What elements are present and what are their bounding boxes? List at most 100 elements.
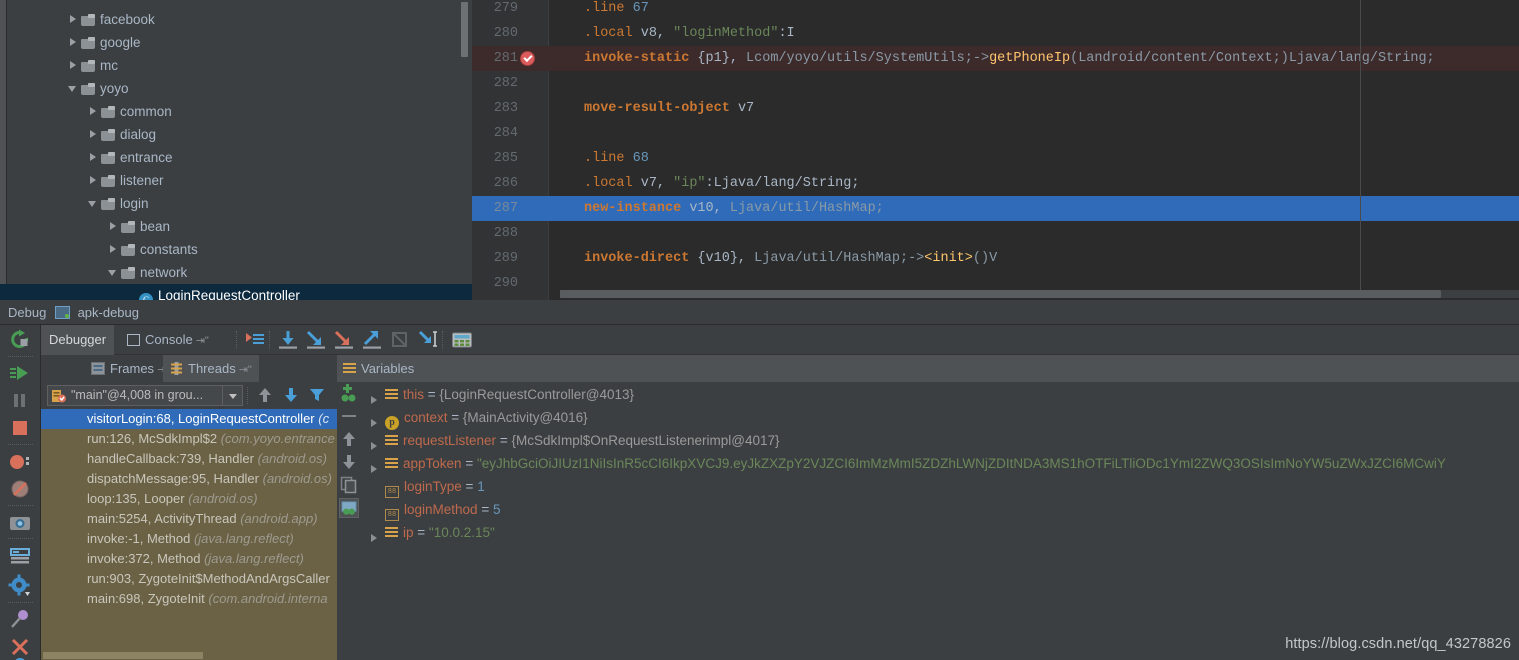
code-line[interactable]: 282 — [472, 71, 1519, 96]
step-out-button[interactable] — [360, 328, 384, 352]
step-over-button[interactable] — [276, 328, 300, 352]
thread-selector[interactable]: "main"@4,008 in grou... — [47, 385, 243, 406]
show-execution-point-button[interactable] — [243, 328, 267, 352]
frame-list-item[interactable]: run:126, McSdkImpl$2 (com.yoyo.entrance — [41, 429, 337, 449]
chevron-right-icon[interactable] — [108, 221, 119, 232]
chevron-down-icon[interactable] — [88, 198, 99, 209]
variable-value: {MainActivity@4016} — [462, 410, 588, 425]
line-number: 288 — [493, 226, 518, 241]
mute-breakpoints-button[interactable] — [7, 476, 33, 502]
copy-value-button[interactable] — [339, 475, 359, 495]
code-line[interactable]: 285 .line 68 — [472, 146, 1519, 171]
variable-row[interactable]: requestListener = {McSdkImpl$OnRequestLi… — [361, 429, 780, 452]
settings-gear-button[interactable] — [7, 573, 33, 599]
tree-item-login[interactable]: login — [0, 192, 472, 215]
tree-item-listener[interactable]: listener — [0, 169, 472, 192]
tree-item-common[interactable]: common — [0, 100, 472, 123]
code-line[interactable]: 280 .local v8, "loginMethod":I — [472, 21, 1519, 46]
stop-button[interactable] — [7, 415, 33, 441]
code-line[interactable]: 283 move-result-object v7 — [472, 96, 1519, 121]
step-into-button[interactable] — [304, 328, 328, 352]
layout-inspector-button[interactable] — [7, 543, 33, 569]
code-line[interactable]: 289 invoke-direct {v10}, Ljava/util/HashM… — [472, 246, 1519, 271]
chevron-right-icon[interactable] — [88, 106, 99, 117]
resume-program-button[interactable] — [7, 361, 33, 387]
frame-list-item[interactable]: dispatchMessage:95, Handler (android.os) — [41, 469, 337, 489]
frame-list-item[interactable]: main:5254, ActivityThread (android.app) — [41, 509, 337, 529]
code-line[interactable]: 287 new-instance v10, Ljava/util/HashMap; — [472, 196, 1519, 221]
tab-debugger[interactable]: Debugger — [41, 325, 115, 355]
thread-selector-chevron-down-icon[interactable] — [222, 386, 242, 405]
code-line[interactable]: 288 — [472, 221, 1519, 246]
frames-up-button[interactable] — [255, 385, 275, 405]
pause-program-button[interactable] — [7, 388, 33, 414]
view-breakpoints-button[interactable] — [7, 449, 33, 475]
tab-console-label: Console — [145, 332, 193, 347]
tree-item-dialog[interactable]: dialog — [0, 123, 472, 146]
evaluate-expression-button[interactable] — [450, 328, 474, 352]
variable-row[interactable]: p context = {MainActivity@4016} — [361, 406, 588, 430]
tree-item-facebook[interactable]: facebook — [0, 8, 472, 31]
help-button[interactable]: ? — [7, 654, 33, 660]
variable-row[interactable]: ip = "10.0.2.15" — [361, 521, 495, 544]
project-tree-scrollbar-thumb[interactable] — [461, 2, 468, 57]
variable-row[interactable]: appToken = "eyJhbGciOiJIUzI1NiIsInR5cCI6… — [361, 452, 1446, 475]
chevron-right-icon[interactable] — [88, 129, 99, 140]
tree-item-bean[interactable]: bean — [0, 215, 472, 238]
code-line[interactable]: 281 invoke-static {p1}, Lcom/yoyo/utils/S… — [472, 46, 1519, 71]
variable-row[interactable]: 88 loginType = 1 — [361, 475, 485, 498]
tree-item-loginrequestcontroller[interactable]: C LoginRequestController — [0, 284, 472, 300]
inspect-value-button[interactable] — [339, 498, 359, 518]
chevron-right-icon[interactable] — [68, 60, 79, 71]
move-watch-down-button[interactable] — [339, 452, 359, 472]
frame-list-item[interactable]: visitorLogin:68, LoginRequestController … — [41, 409, 337, 429]
frames-down-button[interactable] — [281, 385, 301, 405]
frame-list-item[interactable]: run:903, ZygoteInit$MethodAndArgsCaller — [41, 569, 337, 589]
force-step-into-button[interactable] — [332, 328, 356, 352]
code-line[interactable]: 279 .line 67 — [472, 0, 1519, 21]
frames-stack-list[interactable]: visitorLogin:68, LoginRequestController … — [41, 409, 337, 660]
tree-item-google[interactable]: google — [0, 31, 472, 54]
variable-row[interactable]: this = {LoginRequestController@4013} — [361, 383, 634, 406]
line-number: 281 — [493, 51, 518, 66]
chevron-right-icon[interactable] — [68, 37, 79, 48]
frames-filter-button[interactable] — [307, 385, 327, 405]
frame-list-item[interactable]: invoke:372, Method (java.lang.reflect) — [41, 549, 337, 569]
chevron-right-icon[interactable] — [88, 152, 99, 163]
frames-panel[interactable]: "main"@4,008 in grou... visitorLogin:68,… — [41, 382, 337, 660]
frames-hscrollbar-thumb[interactable] — [43, 652, 203, 659]
chevron-right-icon[interactable] — [88, 175, 99, 186]
variable-name: this — [403, 387, 425, 402]
tree-item-yoyo[interactable]: yoyo — [0, 77, 472, 100]
chevron-down-icon[interactable] — [108, 267, 119, 278]
run-to-cursor-button[interactable] — [416, 328, 440, 352]
remove-watch-button[interactable] — [339, 406, 359, 426]
code-editor[interactable]: 279 .line 67 280 .local v8, "loginMethod":I… — [472, 0, 1519, 300]
rerun-button[interactable] — [7, 327, 33, 353]
chevron-down-icon[interactable] — [68, 83, 79, 94]
drop-frame-button[interactable] — [388, 328, 412, 352]
tab-console[interactable]: Console ⇥" — [119, 325, 217, 355]
code-line[interactable]: 286 .local v7, "ip":Ljava/lang/String; — [472, 171, 1519, 196]
breakpoint-icon[interactable] — [520, 51, 535, 66]
move-watch-up-button[interactable] — [339, 429, 359, 449]
frame-list-item[interactable]: invoke:-1, Method (java.lang.reflect) — [41, 529, 337, 549]
tree-item-network[interactable]: network — [0, 261, 472, 284]
variable-row[interactable]: 88 loginMethod = 5 — [361, 498, 500, 521]
variables-panel[interactable]: this = {LoginRequestController@4013} p con… — [337, 382, 1519, 660]
subtab-threads[interactable]: Threads ⇥" — [163, 355, 259, 382]
project-tree-panel[interactable]: facebook google mc yoyo common dialog entrance… — [0, 0, 472, 300]
frame-list-item[interactable]: main:698, ZygoteInit (com.android.intern… — [41, 589, 337, 609]
frame-list-item[interactable]: loop:135, Looper (android.os) — [41, 489, 337, 509]
chevron-right-icon[interactable] — [108, 244, 119, 255]
pin-tab-button[interactable] — [7, 607, 33, 633]
chevron-right-icon[interactable] — [68, 14, 79, 25]
tree-item-entrance[interactable]: entrance — [0, 146, 472, 169]
add-watch-button[interactable] — [339, 383, 359, 403]
editor-hscrollbar-thumb[interactable] — [560, 290, 1441, 298]
screenshot-button[interactable] — [7, 510, 33, 536]
code-line[interactable]: 284 — [472, 121, 1519, 146]
tree-item-constants[interactable]: constants — [0, 238, 472, 261]
tree-item-mc[interactable]: mc — [0, 54, 472, 77]
frame-list-item[interactable]: handleCallback:739, Handler (android.os) — [41, 449, 337, 469]
